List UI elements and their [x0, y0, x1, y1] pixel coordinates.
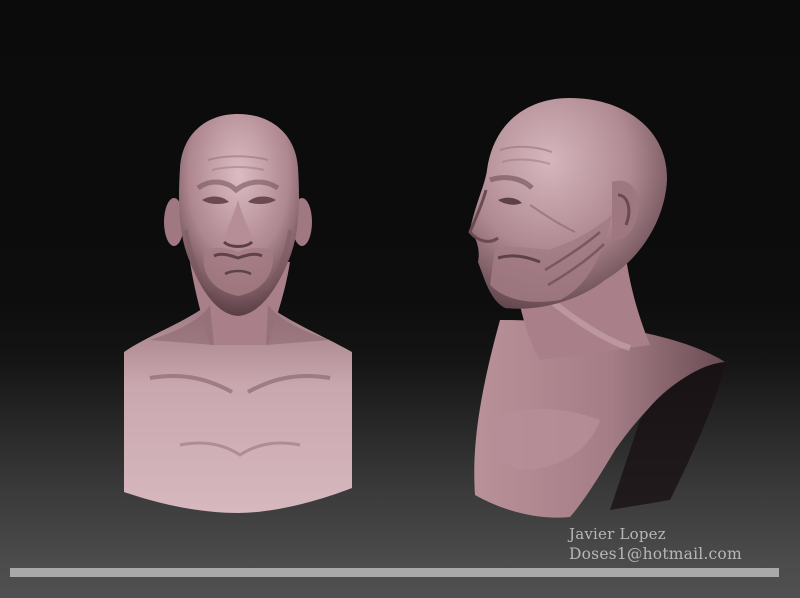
render-canvas: Javier Lopez Doses1@hotmail.com: [0, 0, 800, 598]
sculpt-render: [124, 98, 725, 518]
author-name: Javier Lopez: [569, 525, 666, 543]
front-bust: [124, 114, 352, 513]
footer-bar: [10, 568, 779, 577]
side-bust: [468, 98, 725, 518]
author-email: Doses1@hotmail.com: [569, 545, 742, 563]
author-credit: Javier Lopez Doses1@hotmail.com: [569, 524, 742, 564]
